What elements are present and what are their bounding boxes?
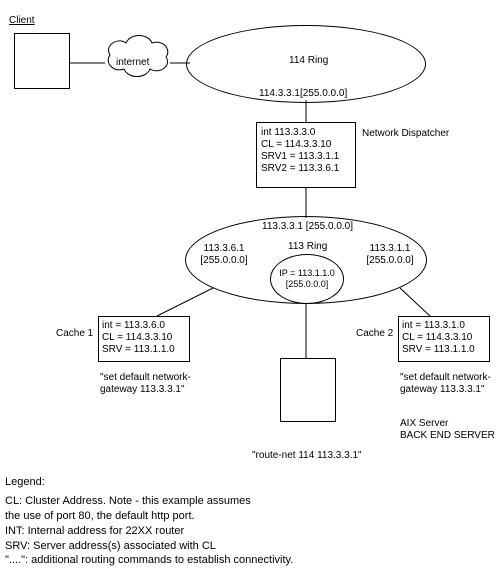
ring-113-right-addr: 113.3.1.1 [255.0.0.0] bbox=[362, 243, 418, 267]
legend-dots: "....": additional routing commands to e… bbox=[5, 553, 293, 568]
legend-body: CL: Cluster Address. Note - this example… bbox=[5, 494, 293, 568]
client-box bbox=[14, 33, 70, 89]
cloud-label: internet bbox=[116, 57, 149, 68]
aix-label2: BACK END SERVER bbox=[400, 430, 495, 441]
dispatcher-int: int 113.3.3.0 bbox=[261, 127, 351, 139]
ring-114-name: 114 Ring bbox=[289, 55, 328, 66]
legend-title: Legend: bbox=[5, 476, 45, 488]
dispatcher-srv1: SRV1 = 113.3.1.1 bbox=[261, 151, 351, 163]
cache2-srv: SRV = 113.1.1.0 bbox=[402, 344, 486, 356]
cache2-note: "set default network-gateway 113.3.3.1" bbox=[400, 372, 492, 396]
aix-note: "route-net 114 113.3.3.1" bbox=[252, 450, 362, 461]
cache2-box: int = 113.3.1.0 CL = 114.3.3.10 SRV = 11… bbox=[398, 316, 490, 362]
diagram-stage: Client internet 114 Ring 114.3.3.1[255.0… bbox=[0, 0, 500, 573]
dispatcher-label: Network Dispatcher bbox=[362, 128, 449, 139]
legend-srv: SRV: Server address(s) associated with C… bbox=[5, 539, 293, 554]
cache1-label: Cache 1 bbox=[56, 328, 93, 339]
ring-113-right-addr-text: 113.3.1.1 [255.0.0.0] bbox=[366, 243, 413, 266]
cache1-srv: SRV = 113.1.1.0 bbox=[102, 344, 186, 356]
dispatcher-srv2: SRV2 = 113.3.6.1 bbox=[261, 163, 351, 175]
ring-113-inner: IP = 113.1.1.0 [255.0.0.0] bbox=[270, 254, 344, 304]
legend-int: INT: Internal address for 22XX router bbox=[5, 524, 293, 539]
cache2-int: int = 113.3.1.0 bbox=[402, 320, 486, 332]
dispatcher-box: int 113.3.3.0 CL = 114.3.3.10 SRV1 = 113… bbox=[256, 122, 356, 188]
ring-113-left-addr-text: 113.3.6.1 [255.0.0.0] bbox=[200, 243, 247, 266]
cache2-cl: CL = 114.3.3.10 bbox=[402, 332, 486, 344]
cache1-note: "set default network-gateway 113.3.3.1" bbox=[100, 372, 192, 396]
aix-box bbox=[280, 358, 336, 422]
legend-cl2: the use of port 80, the default http por… bbox=[5, 509, 293, 524]
client-title: Client bbox=[9, 15, 35, 26]
cache2-label: Cache 2 bbox=[356, 328, 393, 339]
ring-113-name: 113 Ring bbox=[288, 241, 327, 252]
aix-label1: AIX Server bbox=[400, 418, 448, 429]
ring-113-left-addr: 113.3.6.1 [255.0.0.0] bbox=[196, 243, 252, 267]
cache1-cl: CL = 114.3.3.10 bbox=[102, 332, 186, 344]
ring-114-addr: 114.3.3.1[255.0.0.0] bbox=[259, 88, 347, 99]
cache1-int: int = 113.3.6.0 bbox=[102, 320, 186, 332]
cache1-box: int = 113.3.6.0 CL = 114.3.3.10 SRV = 11… bbox=[98, 316, 190, 362]
dispatcher-cl: CL = 114.3.3.10 bbox=[261, 139, 351, 151]
legend-cl1: CL: Cluster Address. Note - this example… bbox=[5, 494, 293, 509]
ring-113-top-addr: 113.3.3.1 [255.0.0.0] bbox=[262, 221, 353, 232]
ring-113-inner-text: IP = 113.1.1.0 [255.0.0.0] bbox=[271, 268, 343, 290]
